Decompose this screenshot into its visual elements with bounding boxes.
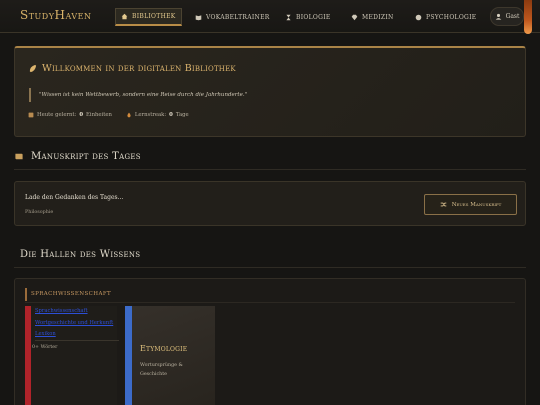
subject-card-etymologie[interactable]: Etymologie Wortursprünge & Geschichte <box>125 306 215 405</box>
word-count: 0+ Wörter <box>32 345 58 350</box>
gem-icon <box>351 14 358 20</box>
manuscript-heading: Manuskript des Tages <box>14 151 141 162</box>
stat-unit: Einheiten <box>86 112 112 118</box>
divider <box>25 302 515 303</box>
daily-quote: "Wissen ist kein Wettbewerb, sondern ein… <box>29 88 499 102</box>
manuscript-text: Lade den Gedanken des Tages... <box>25 194 124 201</box>
home-icon <box>121 13 128 20</box>
divider <box>14 169 526 170</box>
new-manuscript-button[interactable]: Neues Manuskript <box>424 194 517 215</box>
divider <box>14 267 526 268</box>
welcome-title: Willkommen in der digitalen Bibliothek <box>28 63 236 74</box>
stat-streak: Lernstreak: 0 Tage <box>126 112 189 118</box>
subject-card-sprachwissenschaft[interactable]: Sprachwissenschaft Wortgeschichte und He… <box>25 306 119 405</box>
user-icon <box>495 13 501 20</box>
torch-decoration <box>524 0 532 34</box>
book-icon <box>195 14 202 20</box>
halls-panel: Sprachwissenschaft Sprachwissenschaft Wo… <box>14 278 526 405</box>
category-label: Sprachwissenschaft <box>25 288 111 301</box>
manuscript-panel: Lade den Gedanken des Tages... Philosoph… <box>14 181 526 226</box>
card-subtitle: Wortursprünge & Geschichte <box>140 363 183 377</box>
nav-item-medizin[interactable]: Medizin <box>346 8 399 26</box>
feather-icon <box>29 64 37 73</box>
nav-item-biologie[interactable]: Biologie <box>280 8 336 26</box>
welcome-panel: Willkommen in der digitalen Bibliothek "… <box>14 46 526 137</box>
stat-value: 0 <box>79 112 84 118</box>
welcome-title-text: Willkommen in der digitalen Bibliothek <box>42 63 236 74</box>
scroll-icon <box>15 153 23 160</box>
shuffle-icon <box>440 202 447 207</box>
card-title: Etymologie <box>140 344 188 353</box>
card-link[interactable]: Wortgeschichte und Herkunft <box>35 320 113 326</box>
top-navigation-bar: StudyHaven Bibliothek Vokabeltrainer Bio… <box>0 0 540 34</box>
card-link[interactable]: Sprachwissenschaft <box>35 308 88 314</box>
nav-label: Medizin <box>362 13 394 21</box>
stat-value: 0 <box>169 112 173 118</box>
guest-user-button[interactable]: Gast <box>490 7 524 26</box>
flame-icon <box>127 112 131 118</box>
nav-label: Psychologie <box>426 13 477 21</box>
stat-unit: Tage <box>175 112 189 118</box>
stat-learned-today: Heute gelernt: 0 Einheiten <box>28 112 112 118</box>
halls-heading: Die Hallen des Wissens <box>20 249 140 260</box>
stats-row: Heute gelernt: 0 Einheiten Lernstreak: 0… <box>28 112 189 118</box>
nav-label: Biologie <box>296 13 331 21</box>
nav-label: Bibliothek <box>132 13 176 20</box>
manuscript-category: Philosophie <box>25 210 54 215</box>
nav-label: Vokabeltrainer <box>206 13 270 21</box>
nav-item-bibliothek[interactable]: Bibliothek <box>115 8 182 26</box>
brand-logo[interactable]: StudyHaven <box>20 8 91 22</box>
guest-label: Gast <box>505 13 520 20</box>
hourglass-icon <box>286 14 291 20</box>
book-icon <box>28 112 34 118</box>
stat-label: Lernstreak: <box>134 112 167 118</box>
stat-label: Heute gelernt: <box>37 112 77 118</box>
nav-item-vokabeltrainer[interactable]: Vokabeltrainer <box>190 8 275 26</box>
brain-icon <box>415 14 422 20</box>
halls-heading-text: Die Hallen des Wissens <box>20 249 141 260</box>
new-manuscript-label: Neues Manuskript <box>451 201 502 208</box>
manuscript-heading-text: Manuskript des Tages <box>31 151 141 162</box>
nav-item-psychologie[interactable]: Psychologie <box>410 8 482 26</box>
card-link[interactable]: Lexikon <box>35 331 56 337</box>
divider <box>35 340 119 341</box>
